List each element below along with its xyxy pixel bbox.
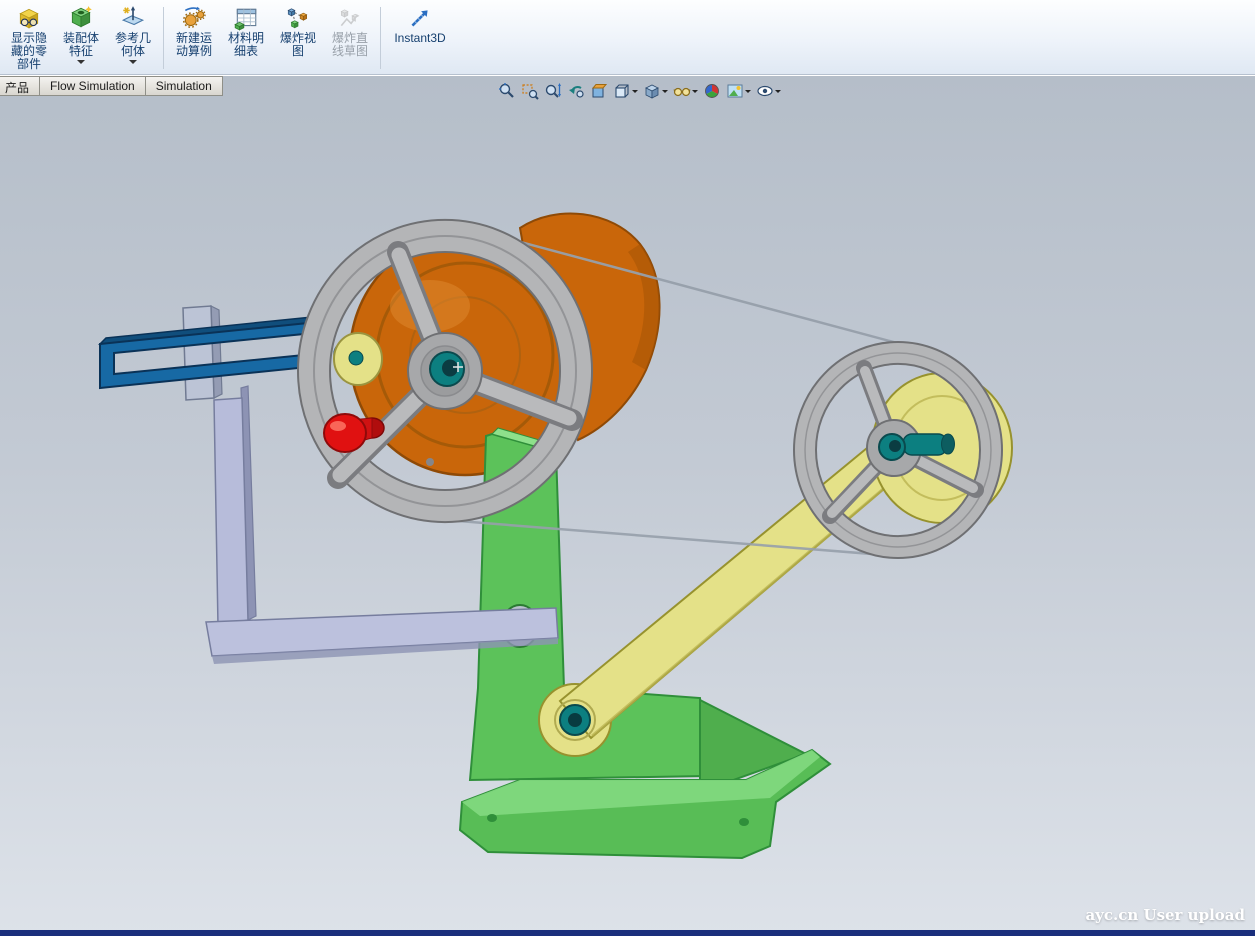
new-motion-study-label: 新建运动算例 [171, 32, 217, 58]
show-hidden-components-label: 显示隐藏的零部件 [6, 32, 52, 71]
bill-of-materials-icon [233, 5, 259, 31]
zoom-fit-button[interactable] [497, 81, 517, 101]
heads-up-view-toolbar [497, 81, 782, 101]
show-hidden-components-button[interactable]: 显示隐藏的零部件 [4, 2, 54, 74]
instant3d-icon [407, 5, 433, 31]
section-view-icon [590, 82, 608, 100]
instant3d-button[interactable]: Instant3D [386, 2, 454, 48]
explode-line-sketch-button[interactable]: 爆炸直线草图 [325, 2, 375, 61]
bill-of-materials-button[interactable]: 材料明细表 [221, 2, 271, 61]
previous-view-icon [567, 82, 585, 100]
document-tab-bar: 产品 Flow Simulation Simulation [0, 76, 222, 96]
dropdown-arrow-icon[interactable] [692, 90, 698, 93]
dropdown-arrow-icon[interactable] [129, 60, 137, 64]
exploded-view-button[interactable]: 爆炸视图 [273, 2, 323, 61]
exploded-view-label: 爆炸视图 [275, 32, 321, 58]
hide-show-items-icon [673, 82, 691, 100]
exploded-view-icon [285, 5, 311, 31]
explode-line-sketch-label: 爆炸直线草图 [327, 32, 373, 58]
dropdown-arrow-icon[interactable] [632, 90, 638, 93]
motor-shaft-pulley[interactable] [334, 333, 382, 385]
section-view-button[interactable] [589, 81, 609, 101]
tab-flow-simulation[interactable]: Flow Simulation [39, 76, 146, 96]
3d-viewport-scene[interactable] [0, 76, 1255, 936]
previous-view-button[interactable] [566, 81, 586, 101]
zoom-in-out-icon [544, 82, 562, 100]
explode-line-sketch-icon [337, 5, 363, 31]
zoom-area-button[interactable] [520, 81, 540, 101]
reference-geometry-icon [120, 5, 146, 31]
assembly-features-icon [68, 5, 94, 31]
show-hidden-components-icon [16, 5, 42, 31]
command-toolbar: 显示隐藏的零部件 装配体特征 参考几何体 [0, 0, 1255, 75]
reference-geometry-label: 参考几何体 [110, 32, 156, 58]
view-settings-button[interactable] [755, 81, 782, 101]
dropdown-arrow-icon[interactable] [662, 90, 668, 93]
tab-simulation[interactable]: Simulation [145, 76, 223, 96]
view-settings-icon [756, 82, 774, 100]
watermark-text: ayc.cn User upload [1085, 906, 1245, 924]
zoom-in-out-button[interactable] [543, 81, 563, 101]
dropdown-arrow-icon[interactable] [745, 90, 751, 93]
dropdown-arrow-icon[interactable] [77, 60, 85, 64]
new-motion-study-icon [181, 5, 207, 31]
view-orientation-button[interactable] [612, 81, 639, 101]
assembly-features-button[interactable]: 装配体特征 [56, 2, 106, 67]
apply-scene-icon [726, 82, 744, 100]
base-hole [487, 814, 497, 822]
zoom-area-icon [521, 82, 539, 100]
dropdown-arrow-icon[interactable] [775, 90, 781, 93]
assembly-features-label: 装配体特征 [58, 32, 104, 58]
apply-scene-button[interactable] [725, 81, 752, 101]
hide-show-items-button[interactable] [672, 81, 699, 101]
base-hole [739, 818, 749, 826]
instant3d-label: Instant3D [394, 32, 445, 45]
display-style-button[interactable] [642, 81, 669, 101]
tab-product[interactable]: 产品 [0, 76, 40, 96]
right-pulley[interactable] [794, 342, 1012, 558]
right-shaft [903, 434, 947, 455]
toolbar-separator [380, 7, 381, 69]
display-style-icon [643, 82, 661, 100]
toolbar-separator [163, 7, 164, 69]
edit-appearance-icon [703, 82, 721, 100]
gray-post[interactable] [183, 306, 222, 400]
bottom-window-edge [0, 930, 1255, 936]
zoom-fit-icon [498, 82, 516, 100]
edit-appearance-button[interactable] [702, 81, 722, 101]
graphics-viewport[interactable]: 产品 Flow Simulation Simulation [0, 76, 1255, 936]
view-orientation-icon [613, 82, 631, 100]
reference-geometry-button[interactable]: 参考几何体 [108, 2, 158, 67]
new-motion-study-button[interactable]: 新建运动算例 [169, 2, 219, 61]
bill-of-materials-label: 材料明细表 [223, 32, 269, 58]
